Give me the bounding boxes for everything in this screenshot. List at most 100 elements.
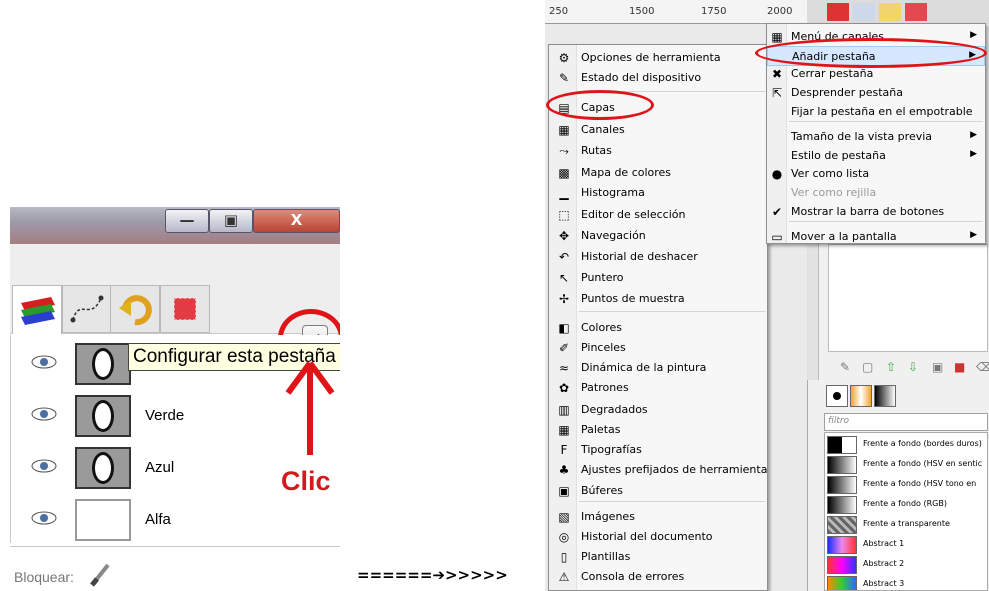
undo-tab-icon[interactable] — [879, 3, 901, 21]
menu-item[interactable]: ✢ Puntos de muestra — [549, 289, 767, 309]
undo-history-icon: ↶ — [558, 250, 570, 264]
menu-item[interactable]: ✿ Patrones — [549, 378, 767, 398]
menu-item[interactable]: F Tipografías — [549, 440, 767, 460]
list-item[interactable]: Frente a fondo (bordes duros) — [827, 435, 987, 455]
gradient-tab[interactable] — [874, 385, 896, 407]
click-annotation: Clic — [281, 466, 331, 496]
gradient-label: Abstract 3 — [863, 579, 905, 588]
channel-name: Verde — [145, 407, 185, 424]
list-item[interactable]: Abstract 2 — [827, 555, 987, 575]
selection-editor-icon: ⬚ — [558, 208, 570, 222]
menu-item[interactable]: ▦ Paletas — [549, 420, 767, 440]
menu-item[interactable]: ✎ Estado del dispositivo — [549, 68, 767, 88]
menu-item[interactable]: ▯ Plantillas — [549, 547, 767, 567]
submenu-arrow-icon: ▶ — [970, 149, 977, 159]
menu-item[interactable]: ▭ Mover a la pantalla ▶ — [767, 227, 985, 247]
channel-thumbnail — [75, 499, 131, 541]
maximize-button[interactable]: ▣ — [209, 209, 253, 233]
list-item[interactable]: Frente a transparente — [827, 515, 987, 535]
duplicate-icon[interactable]: ▣ — [932, 360, 943, 374]
dock-tabbar: ◀ — [10, 244, 340, 367]
menu-item[interactable]: ● Ver como lista — [767, 164, 985, 184]
list-item[interactable]: Abstract 1 — [827, 535, 987, 555]
menu-item[interactable]: ▁ Histograma — [549, 183, 767, 203]
detach-tab-icon: ⇱ — [771, 86, 783, 100]
eye-icon[interactable] — [31, 406, 57, 422]
menu-item-label: Patrones — [581, 381, 629, 394]
menu-item-label: Búferes — [581, 484, 623, 497]
menu-item[interactable]: ✐ Pinceles — [549, 338, 767, 358]
tab-paths[interactable] — [62, 285, 112, 333]
new-icon[interactable]: ▢ — [862, 360, 873, 374]
gradient-label: Frente a transparente — [863, 519, 950, 528]
raise-icon[interactable]: ⇧ — [886, 360, 896, 374]
menu-item[interactable]: Tamaño de la vista previa ▶ — [767, 127, 985, 147]
colormap-tab-icon[interactable] — [905, 3, 927, 21]
minimize-button[interactable]: — — [165, 209, 209, 233]
tab-channels[interactable] — [12, 285, 62, 334]
menu-item[interactable]: ⤳ Rutas — [549, 141, 767, 161]
menu-item[interactable]: ↶ Historial de deshacer — [549, 247, 767, 267]
device-status-icon: ✎ — [558, 71, 570, 85]
menu-item[interactable]: ≈ Dinámica de la pintura — [549, 358, 767, 378]
paths-tab-icon[interactable] — [853, 3, 875, 21]
pattern-tab[interactable] — [850, 385, 872, 407]
close-button[interactable]: X — [253, 209, 340, 233]
menu-item[interactable]: ↖ Puntero — [549, 268, 767, 288]
channel-thumbnail — [75, 395, 131, 437]
lower-icon[interactable]: ⇩ — [908, 360, 918, 374]
brush-tab[interactable] — [826, 385, 848, 407]
gradient-label: Frente a fondo (HSV tono en — [863, 479, 977, 488]
channel-thumbnail — [75, 343, 131, 385]
menu-item[interactable]: ◧ Colores — [549, 318, 767, 338]
menu-item-label: Plantillas — [581, 550, 631, 563]
menu-item-label: Ajustes prefijados de herramienta — [581, 463, 768, 476]
eye-icon[interactable] — [31, 354, 57, 370]
menu-item[interactable]: ⚠ Consola de errores — [549, 567, 767, 587]
menu-item-label: Estado del dispositivo — [581, 71, 702, 84]
channel-row[interactable]: Alfa — [11, 495, 340, 545]
tab-colormap[interactable] — [160, 285, 210, 333]
patterns-icon: ✿ — [558, 381, 570, 395]
menu-item[interactable]: Estilo de pestaña ▶ — [767, 146, 985, 166]
menu-item[interactable]: ◎ Historial del documento — [549, 527, 767, 547]
list-item[interactable]: Frente a fondo (HSV en sentic — [827, 455, 987, 475]
menu-item-label: Tipografías — [581, 443, 642, 456]
edit-icon[interactable]: ✎ — [840, 360, 850, 374]
menu-item[interactable]: ⇱ Desprender pestaña — [767, 83, 985, 103]
delete-icon[interactable]: ■ — [954, 360, 965, 374]
menu-item-label: Colores — [581, 321, 622, 334]
gradient-label: Abstract 2 — [863, 559, 905, 568]
menu-item-label: Rutas — [581, 144, 612, 157]
navigation-icon: ✥ — [558, 229, 570, 243]
menu-item[interactable]: ✔ Mostrar la barra de botones — [767, 202, 985, 222]
brush-lock-icon[interactable] — [88, 561, 112, 587]
gradient-label: Frente a fondo (bordes duros) — [863, 439, 982, 448]
list-item[interactable]: Abstract 3 — [827, 575, 987, 590]
menu-item-label: Cerrar pestaña — [791, 67, 874, 80]
menu-item[interactable]: ✥ Navegación — [549, 226, 767, 246]
ruler: 250 1500 1750 2000 — [545, 0, 807, 24]
filter-input[interactable]: filtro — [824, 413, 988, 431]
menu-item-label: Paletas — [581, 423, 621, 436]
list-item[interactable]: Frente a fondo (HSV tono en — [827, 475, 987, 495]
tab-undo-history[interactable] — [110, 285, 160, 333]
menu-item[interactable]: ♣ Ajustes prefijados de herramienta — [549, 460, 768, 480]
menu-item[interactable]: ▦ Canales — [549, 120, 767, 140]
eye-icon[interactable] — [31, 458, 57, 474]
menu-item[interactable]: ▧ Imágenes — [549, 507, 767, 527]
menu-item[interactable]: Fijar la pestaña en el empotrable — [767, 102, 985, 122]
trash-icon[interactable]: ⌫ — [976, 360, 989, 374]
menu-item[interactable]: ▣ Búferes — [549, 481, 767, 501]
menu-item-label: Estilo de pestaña — [791, 149, 886, 162]
channels-icon — [21, 297, 55, 325]
menu-item[interactable]: ⬚ Editor de selección — [549, 205, 767, 225]
list-item[interactable]: Frente a fondo (RGB) — [827, 495, 987, 515]
radio-bullet-icon: ● — [771, 167, 783, 181]
menu-item[interactable]: ▩ Mapa de colores — [549, 163, 767, 183]
eye-icon[interactable] — [31, 510, 57, 526]
menu-item[interactable]: ⚙ Opciones de herramienta — [549, 48, 767, 68]
channels-tab-icon[interactable] — [827, 3, 849, 21]
menu-item[interactable]: ▥ Degradados — [549, 400, 767, 420]
menu-item-label: Opciones de herramienta — [581, 51, 721, 64]
